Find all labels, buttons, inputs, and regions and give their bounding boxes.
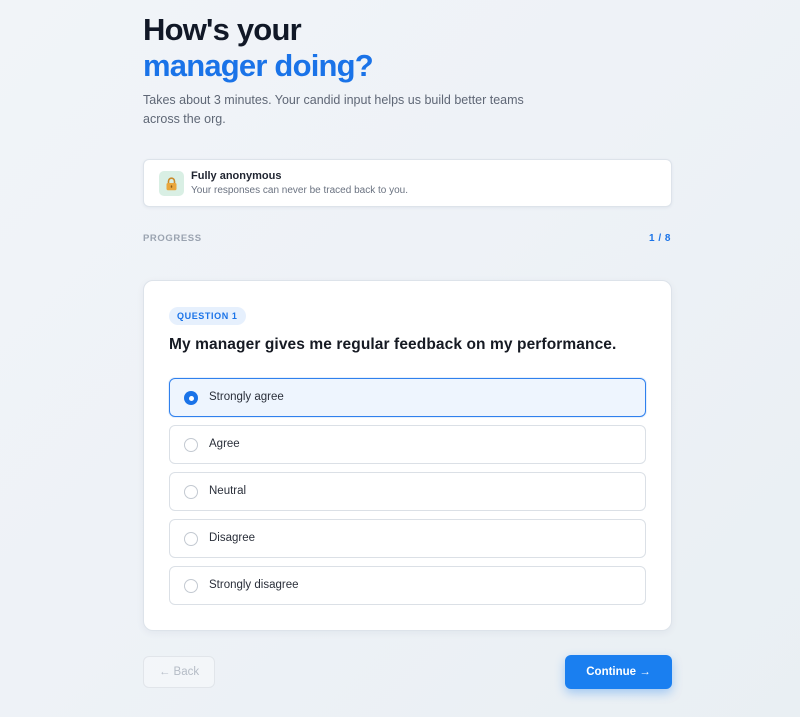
page-title-line1: How's your — [143, 12, 302, 47]
lock-icon — [159, 171, 184, 196]
option-label: Strongly disagree — [209, 579, 299, 591]
radio-button[interactable] — [184, 532, 198, 546]
option-neutral[interactable]: Neutral — [169, 472, 646, 511]
radio-button[interactable] — [184, 438, 198, 452]
page-title-line2: manager doing? — [143, 48, 374, 83]
continue-button[interactable]: Continue → — [565, 655, 672, 689]
anonymity-notice: Fully anonymous Your responses can never… — [143, 159, 672, 207]
page-title: How's your manager doing? — [143, 12, 374, 84]
option-strongly-disagree[interactable]: Strongly disagree — [169, 566, 646, 605]
option-label: Strongly agree — [209, 391, 284, 403]
radio-button[interactable] — [184, 579, 198, 593]
question-card: QUESTION 1 My manager gives me regular f… — [143, 280, 672, 631]
progress-label: PROGRESS — [143, 233, 202, 244]
page-subtitle: Takes about 3 minutes. Your candid input… — [143, 93, 524, 126]
option-agree[interactable]: Agree — [169, 425, 646, 464]
anonymity-description: Your responses can never be traced back … — [191, 185, 408, 196]
option-strongly-agree[interactable]: Strongly agree — [169, 378, 646, 417]
radio-button[interactable] — [184, 391, 198, 405]
anonymity-title: Fully anonymous — [191, 170, 282, 182]
option-label: Disagree — [209, 532, 256, 544]
question-text: My manager gives me regular feedback on … — [169, 336, 617, 353]
radio-button[interactable] — [184, 485, 198, 499]
option-label: Neutral — [209, 485, 247, 497]
progress-count: 1 / 8 — [649, 233, 671, 244]
back-button[interactable]: ← Back — [143, 656, 215, 688]
question-badge: QUESTION 1 — [169, 307, 246, 325]
option-label: Agree — [209, 438, 240, 450]
option-disagree[interactable]: Disagree — [169, 519, 646, 558]
